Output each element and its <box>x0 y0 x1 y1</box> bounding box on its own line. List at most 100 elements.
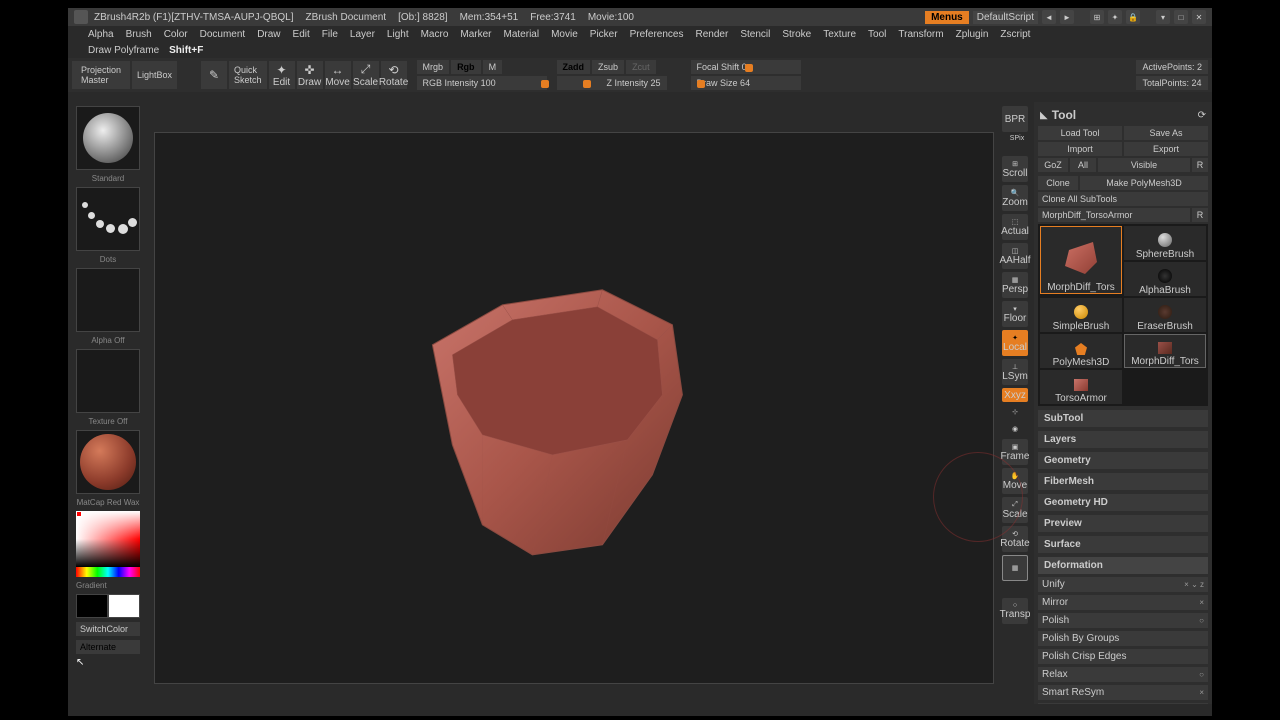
mrgb-button[interactable]: Mrgb <box>417 60 450 74</box>
menu-alpha[interactable]: Alpha <box>88 29 114 40</box>
persp-button[interactable]: ▦Persp <box>1002 272 1028 298</box>
saveas-button[interactable]: Save As <box>1124 126 1208 140</box>
menu-file[interactable]: File <box>322 29 338 40</box>
thumb-alpha[interactable]: AlphaBrush <box>1124 262 1206 296</box>
menu-document[interactable]: Document <box>200 29 246 40</box>
section-preview[interactable]: Preview <box>1038 515 1208 532</box>
gradient-label[interactable]: Gradient <box>76 581 140 590</box>
gizmo-icon[interactable]: ◉ <box>1002 422 1028 436</box>
texture-slot[interactable] <box>76 349 140 413</box>
bpr-button[interactable]: BPR <box>1002 106 1028 132</box>
polishgroups-slider[interactable]: Polish By Groups <box>1038 631 1208 646</box>
thumb-torso[interactable]: TorsoArmor <box>1040 370 1122 404</box>
z-intensity-slider[interactable]: Z Intensity 25 <box>557 76 667 90</box>
import-button[interactable]: Import <box>1038 142 1122 156</box>
menu-light[interactable]: Light <box>387 29 409 40</box>
menu-macro[interactable]: Macro <box>421 29 449 40</box>
menu-render[interactable]: Render <box>696 29 729 40</box>
menu-layer[interactable]: Layer <box>350 29 375 40</box>
nav-left-icon[interactable]: ◄ <box>1042 10 1056 24</box>
zcut-button[interactable]: Zcut <box>626 60 656 74</box>
polish-slider[interactable]: Polish○ <box>1038 613 1208 628</box>
material-slot[interactable] <box>76 430 140 494</box>
refresh-icon[interactable]: ⟳ <box>1198 110 1206 121</box>
menu-texture[interactable]: Texture <box>823 29 856 40</box>
thumb-morph2[interactable]: MorphDiff_Tors <box>1124 334 1206 368</box>
pin-icon[interactable]: ⊞ <box>1090 10 1104 24</box>
zoom-button[interactable]: 🔍Zoom <box>1002 185 1028 211</box>
menu-color[interactable]: Color <box>164 29 188 40</box>
move-button[interactable]: ↔Move <box>325 61 351 89</box>
clone-button[interactable]: Clone <box>1038 176 1078 190</box>
expand-icon[interactable]: ◣ <box>1040 110 1048 121</box>
section-deformation[interactable]: Deformation <box>1038 557 1208 574</box>
settings-icon[interactable]: ✦ <box>1108 10 1122 24</box>
menu-draw[interactable]: Draw <box>257 29 280 40</box>
maximize-icon[interactable]: □ <box>1174 10 1188 24</box>
polishedges-slider[interactable]: Polish Crisp Edges <box>1038 649 1208 664</box>
section-layers[interactable]: Layers <box>1038 431 1208 448</box>
thumb-simple[interactable]: SimpleBrush <box>1040 298 1122 332</box>
rotate-button[interactable]: ⟲Rotate <box>381 61 407 89</box>
canvas[interactable] <box>154 132 994 684</box>
menu-movie[interactable]: Movie <box>551 29 578 40</box>
section-geometryhd[interactable]: Geometry HD <box>1038 494 1208 511</box>
zadd-button[interactable]: Zadd <box>557 60 591 74</box>
smartresym-slider[interactable]: Smart ReSym× <box>1038 685 1208 700</box>
section-surface[interactable]: Surface <box>1038 536 1208 553</box>
goz-button[interactable]: GoZ <box>1038 158 1068 172</box>
menu-preferences[interactable]: Preferences <box>630 29 684 40</box>
section-geometry[interactable]: Geometry <box>1038 452 1208 469</box>
cloneall-button[interactable]: Clone All SubTools <box>1038 192 1208 206</box>
makepoly-button[interactable]: Make PolyMesh3D <box>1080 176 1208 190</box>
menu-tool[interactable]: Tool <box>868 29 886 40</box>
rgb-button[interactable]: Rgb <box>451 60 481 74</box>
alpha-slot[interactable] <box>76 268 140 332</box>
menu-zplugin[interactable]: Zplugin <box>956 29 989 40</box>
thumb-eraser[interactable]: EraserBrush <box>1124 298 1206 332</box>
section-fibermesh[interactable]: FiberMesh <box>1038 473 1208 490</box>
all-button[interactable]: All <box>1070 158 1096 172</box>
menu-stencil[interactable]: Stencil <box>740 29 770 40</box>
mirror-slider[interactable]: Mirror× <box>1038 595 1208 610</box>
r-button[interactable]: R <box>1192 158 1208 172</box>
aahalf-button[interactable]: ◫AAHalf <box>1002 243 1028 269</box>
menu-transform[interactable]: Transform <box>898 29 943 40</box>
menu-picker[interactable]: Picker <box>590 29 618 40</box>
menu-edit[interactable]: Edit <box>293 29 310 40</box>
menu-stroke[interactable]: Stroke <box>782 29 811 40</box>
projection-master-button[interactable]: Projection Master <box>72 61 130 89</box>
color-swatch-1[interactable] <box>76 594 108 618</box>
draw-button[interactable]: ✜Draw <box>297 61 323 89</box>
minimize-icon[interactable]: ▾ <box>1156 10 1170 24</box>
color-picker[interactable] <box>76 511 140 577</box>
visible-button[interactable]: Visible <box>1098 158 1190 172</box>
loadtool-button[interactable]: Load Tool <box>1038 126 1122 140</box>
polyframe-button[interactable]: ▦ <box>1002 555 1028 581</box>
close-icon[interactable]: ✕ <box>1192 10 1206 24</box>
alternate-button[interactable]: Alternate <box>76 640 140 654</box>
m-button[interactable]: M <box>483 60 503 74</box>
spix-label[interactable]: SPix <box>1002 135 1032 142</box>
edit-button[interactable]: ✦Edit <box>269 61 295 89</box>
color-swatch-2[interactable] <box>108 594 140 618</box>
defscript-badge[interactable]: DefaultScript <box>973 11 1038 24</box>
section-subtool[interactable]: SubTool <box>1038 410 1208 427</box>
mesh-object[interactable] <box>372 245 732 585</box>
thumb-main[interactable]: MorphDiff_Tors <box>1040 226 1122 294</box>
thumb-sphere[interactable]: SphereBrush <box>1124 226 1206 260</box>
draw-size-slider[interactable]: Draw Size 64 <box>691 76 801 90</box>
menu-material[interactable]: Material <box>504 29 540 40</box>
rgb-intensity-slider[interactable]: RGB Intensity 100 <box>417 76 547 90</box>
axis-icon[interactable]: ⊹ <box>1002 405 1028 419</box>
nav-right-icon[interactable]: ► <box>1060 10 1074 24</box>
brush-slot[interactable] <box>76 106 140 170</box>
scroll-button[interactable]: ⊞Scroll <box>1002 156 1028 182</box>
switchcolor-button[interactable]: SwitchColor <box>76 622 140 636</box>
thumb-poly3d[interactable]: PolyMesh3D <box>1040 334 1122 368</box>
local-button[interactable]: ✦Local <box>1002 330 1028 356</box>
r2-button[interactable]: R <box>1192 208 1208 222</box>
export-button[interactable]: Export <box>1124 142 1208 156</box>
lsym-button[interactable]: ⊥LSym <box>1002 359 1028 385</box>
actual-button[interactable]: ⬚Actual <box>1002 214 1028 240</box>
